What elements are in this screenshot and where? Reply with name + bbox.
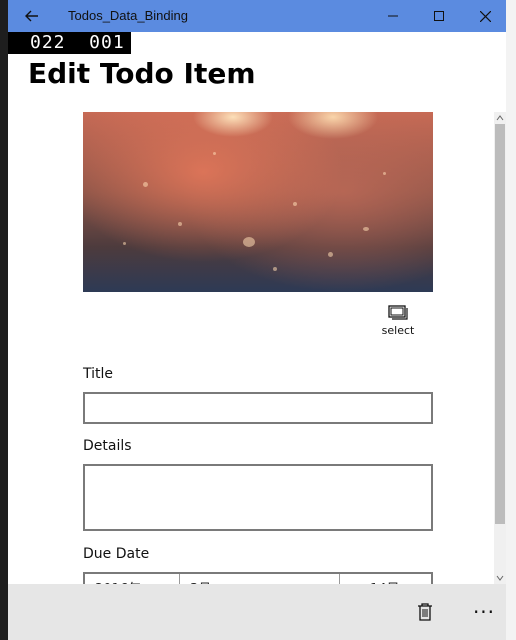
details-input[interactable]: [85, 466, 431, 529]
title-field-box: [83, 392, 433, 424]
photo-collection-icon: [388, 305, 408, 320]
details-label: Details: [83, 438, 132, 454]
title-input[interactable]: [85, 394, 431, 422]
page-title: Edit Todo Item: [28, 57, 256, 90]
title-label: Title: [83, 366, 114, 382]
select-label: select: [381, 324, 415, 337]
app-window: Todos_Data_Binding 022 001 Edit Todo Ite…: [8, 0, 506, 640]
chevron-down-icon: [496, 575, 504, 581]
background-left-strip: [0, 0, 8, 640]
title-bar: Todos_Data_Binding: [8, 0, 506, 32]
frame-rate-counter: 022 001: [8, 32, 131, 54]
more-button[interactable]: ···: [466, 594, 502, 630]
chevron-up-icon: [496, 115, 504, 121]
scroll-up-button[interactable]: [494, 112, 506, 124]
command-bar: ···: [8, 584, 506, 640]
window-title: Todos_Data_Binding: [68, 8, 188, 23]
details-field-box: [83, 464, 433, 531]
select-image-button[interactable]: select: [378, 304, 418, 348]
minimize-button[interactable]: [370, 0, 416, 32]
maximize-icon: [434, 11, 444, 21]
todo-image: [83, 112, 433, 292]
back-arrow-icon: [25, 10, 38, 22]
close-icon: [479, 10, 491, 22]
background-right-strip: [506, 0, 516, 640]
back-button[interactable]: [18, 5, 46, 27]
close-button[interactable]: [462, 0, 506, 32]
scroll-down-button[interactable]: [494, 572, 506, 584]
scroll-thumb[interactable]: [495, 124, 505, 524]
vertical-scrollbar[interactable]: [494, 112, 506, 584]
delete-icon: [418, 603, 432, 621]
due-date-label: Due Date: [83, 546, 150, 562]
minimize-icon: [388, 15, 398, 17]
delete-button[interactable]: [407, 594, 443, 630]
maximize-button[interactable]: [416, 0, 462, 32]
